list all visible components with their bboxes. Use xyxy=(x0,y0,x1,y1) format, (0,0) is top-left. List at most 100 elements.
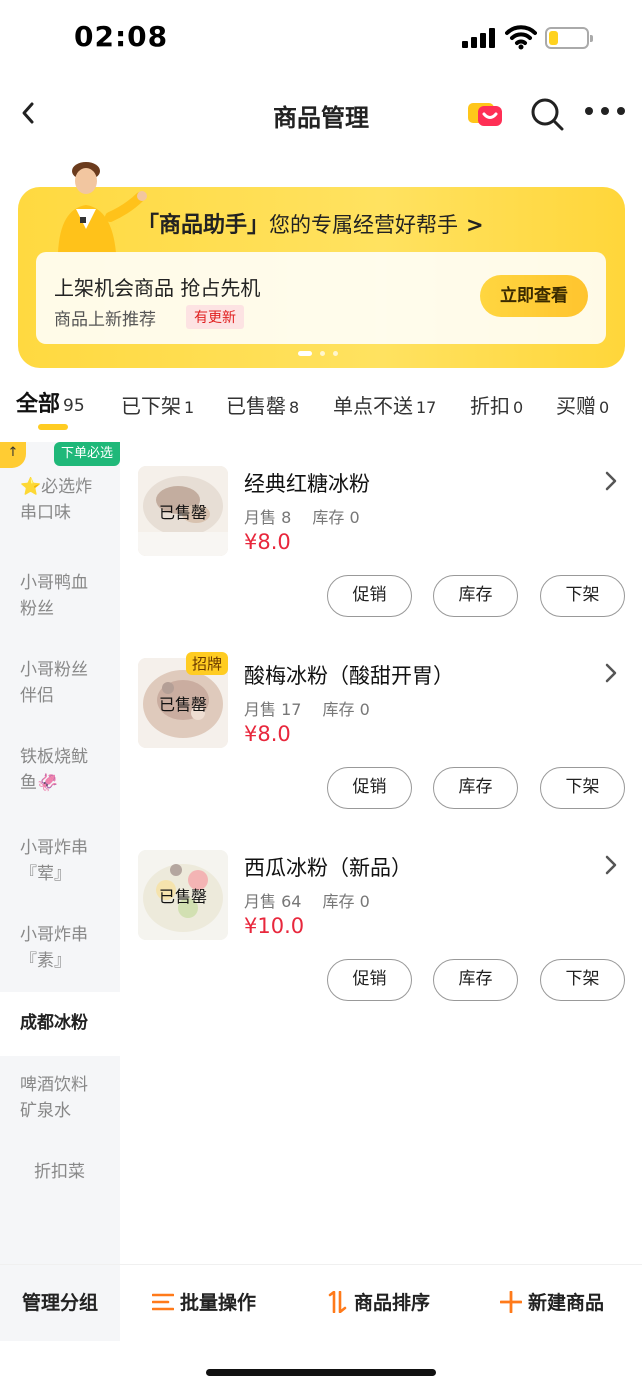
signature-badge: 招牌 xyxy=(186,652,229,675)
sidebar-item-label: 小哥鸭血 xyxy=(20,573,88,593)
sidebar-item-ice-jelly[interactable]: 成都冰粉 xyxy=(0,992,120,1056)
sidebar-item-label: 折扣菜 xyxy=(34,1162,85,1182)
tab-count: 0 xyxy=(599,398,610,417)
product-meta: 月售 17 库存 0 xyxy=(244,696,370,720)
must-select-badge: 下单必选 xyxy=(54,442,120,466)
product-price: ¥8.0 xyxy=(244,530,291,554)
nav-bar: 商品管理 xyxy=(0,80,642,146)
product-price: ¥10.0 xyxy=(244,914,305,938)
sidebar-item-label: 『素』 xyxy=(20,951,71,971)
update-badge: 有更新 xyxy=(186,305,244,329)
product-item[interactable]: 已售罄 经典红糖冰粉 月售 8 库存 0 ¥8.0 促销 库存 下架 xyxy=(120,442,642,634)
tab-label: 全部 xyxy=(16,392,61,417)
stock-button[interactable]: 库存 xyxy=(433,767,518,809)
tab-label: 已下架 xyxy=(121,394,181,418)
status-bar: 02:08 xyxy=(0,0,642,76)
sidebar-item-label: 『荤』 xyxy=(20,864,71,884)
product-name: 西瓜冰粉（新品） xyxy=(244,856,412,880)
sidebar-item-discount-dishes[interactable]: 折扣菜 xyxy=(0,1159,120,1185)
tab-count: 0 xyxy=(513,398,524,417)
sidebar-item-meat-skewers[interactable]: 小哥炸串 『荤』 xyxy=(0,835,120,887)
tab-label: 单点不送 xyxy=(333,394,413,418)
sidebar-item-label: 啤酒饮料 xyxy=(20,1075,88,1095)
delist-button[interactable]: 下架 xyxy=(540,767,625,809)
product-sales: 月售 64 xyxy=(244,892,302,911)
tab-no-single-delivery[interactable]: 单点不送 17 xyxy=(333,390,436,419)
tab-underline xyxy=(38,424,68,430)
sort-icon xyxy=(328,1290,347,1313)
product-item[interactable]: 已售罄 西瓜冰粉（新品） 月售 64 库存 0 ¥10.0 促销 库存 下架 xyxy=(120,826,642,1018)
product-meta: 月售 64 库存 0 xyxy=(244,888,370,912)
tab-gift[interactable]: 买赠 0 xyxy=(556,390,609,419)
promotion-button[interactable]: 促销 xyxy=(327,575,412,617)
sidebar-item-veg-skewers[interactable]: 小哥炸串 『素』 xyxy=(0,922,120,974)
banner-title[interactable]: 「商品助手」您的专属经营好帮手 > xyxy=(137,207,484,239)
pin-top-icon[interactable]: ↑ xyxy=(0,442,26,468)
promotion-button[interactable]: 促销 xyxy=(327,767,412,809)
search-icon[interactable] xyxy=(529,96,565,132)
sidebar-item-required-flavor[interactable]: ⭐必选炸 串口味 xyxy=(0,474,120,526)
tab-delisted[interactable]: 已下架 1 xyxy=(121,390,194,419)
tab-label: 已售罄 xyxy=(226,394,286,418)
product-image: 已售罄 xyxy=(138,466,228,556)
delist-button[interactable]: 下架 xyxy=(540,959,625,1001)
stock-button[interactable]: 库存 xyxy=(433,575,518,617)
sort-products-label: 商品排序 xyxy=(354,1292,431,1314)
batch-operation-button[interactable]: 批量操作 xyxy=(152,1265,256,1341)
list-icon xyxy=(152,1293,174,1310)
stock-button[interactable]: 库存 xyxy=(433,959,518,1001)
card-subtitle: 商品上新推荐 xyxy=(54,310,156,330)
view-now-button[interactable]: 立即查看 xyxy=(480,275,588,317)
manage-group-button[interactable]: 管理分组 xyxy=(0,1265,120,1341)
sidebar-item-drinks[interactable]: 啤酒饮料 矿泉水 xyxy=(0,1072,120,1124)
sidebar-item-label: 小哥粉丝 xyxy=(20,660,88,680)
tab-count: 95 xyxy=(63,396,85,416)
home-indicator[interactable] xyxy=(206,1369,436,1376)
product-stock: 库存 0 xyxy=(312,508,360,527)
sidebar-item-label: 串口味 xyxy=(20,503,71,523)
tab-all[interactable]: 全部 95 xyxy=(16,386,85,418)
message-icon[interactable] xyxy=(466,100,504,128)
banner-title-bracket: 「商品助手」 xyxy=(137,213,270,238)
product-price: ¥8.0 xyxy=(244,722,291,746)
product-name: 经典红糖冰粉 xyxy=(244,472,370,496)
sidebar-item-label: 成都冰粉 xyxy=(20,1013,88,1033)
delist-button[interactable]: 下架 xyxy=(540,575,625,617)
product-image: 已售罄 xyxy=(138,850,228,940)
sort-products-button[interactable]: 商品排序 xyxy=(326,1265,430,1341)
more-icon[interactable] xyxy=(584,104,626,118)
signal-icon xyxy=(462,28,496,48)
chevron-right-icon: > xyxy=(466,213,484,237)
tab-sold-out[interactable]: 已售罄 8 xyxy=(226,390,299,419)
tab-count: 17 xyxy=(416,398,437,417)
status-time: 02:08 xyxy=(74,20,169,53)
chevron-right-icon[interactable] xyxy=(604,662,618,684)
sidebar-item-label: 小哥炸串 xyxy=(20,838,88,858)
sidebar-item-label: 鱼🦑 xyxy=(20,773,59,793)
sidebar-item-duck-blood[interactable]: 小哥鸭血 粉丝 xyxy=(0,570,120,622)
battery-icon xyxy=(545,27,593,49)
create-product-button[interactable]: 新建商品 xyxy=(500,1265,604,1341)
product-stock: 库存 0 xyxy=(322,892,370,911)
chevron-right-icon[interactable] xyxy=(604,470,618,492)
sold-out-overlay: 已售罄 xyxy=(138,466,228,556)
chevron-right-icon[interactable] xyxy=(604,854,618,876)
tab-discount[interactable]: 折扣 0 xyxy=(470,390,523,419)
assistant-banner[interactable]: 「商品助手」您的专属经营好帮手 > 上架机会商品 抢占先机 商品上新推荐 有更新 … xyxy=(18,162,625,368)
card-title: 上架机会商品 抢占先机 xyxy=(54,276,261,300)
plus-icon xyxy=(500,1290,522,1313)
recommend-card[interactable]: 上架机会商品 抢占先机 商品上新推荐 有更新 立即查看 xyxy=(36,252,606,344)
sidebar-item-label: 小哥炸串 xyxy=(20,925,88,945)
product-name: 酸梅冰粉（酸甜开胃） xyxy=(244,664,454,688)
sidebar-item-label: 伴侣 xyxy=(20,686,54,706)
sidebar-item-label: 矿泉水 xyxy=(20,1101,71,1121)
product-item[interactable]: 招牌 已售罄 酸梅冰粉（酸甜开胃） 月售 17 库存 0 ¥8.0 促销 库存 … xyxy=(120,634,642,826)
sidebar-item-vermicelli-partner[interactable]: 小哥粉丝 伴侣 xyxy=(0,657,120,709)
tab-count: 8 xyxy=(289,398,300,417)
sidebar-item-squid[interactable]: 铁板烧鱿 鱼🦑 xyxy=(0,744,120,796)
carousel-dots xyxy=(298,351,348,357)
promotion-button[interactable]: 促销 xyxy=(327,959,412,1001)
sidebar-item-label: ⭐必选炸 xyxy=(20,477,93,497)
status-tabs: 全部 95 已下架 1 已售罄 8 单点不送 17 折扣 0 买赠 0 xyxy=(0,384,642,434)
tab-label: 折扣 xyxy=(470,394,510,418)
